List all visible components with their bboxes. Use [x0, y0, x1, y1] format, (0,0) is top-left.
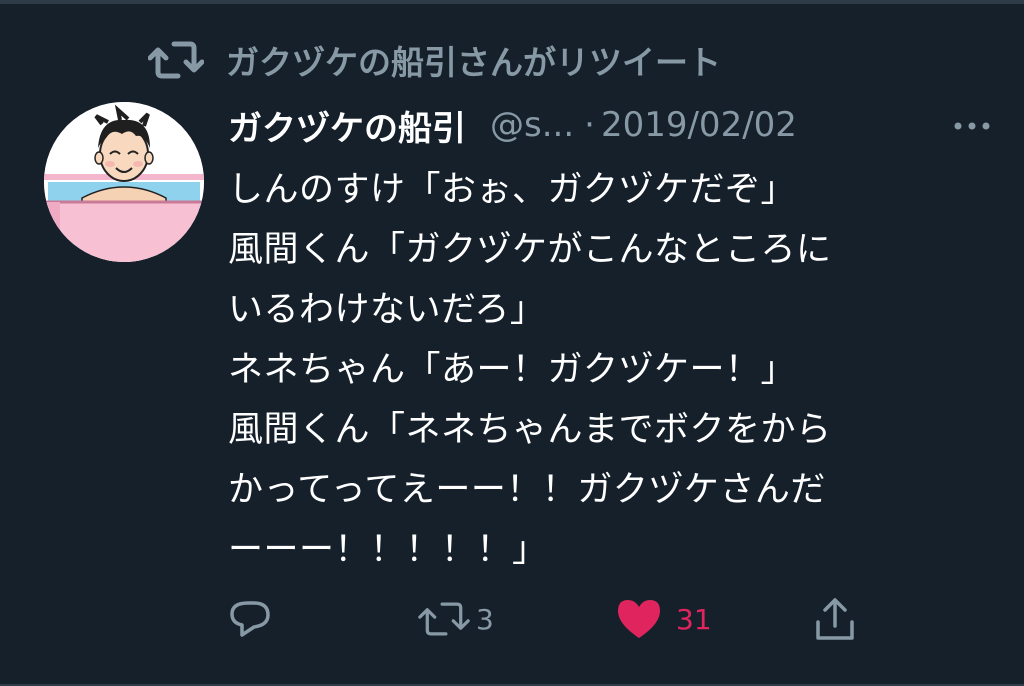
retweet-context: ガクヅケの船引さんがリツイート: [148, 38, 721, 82]
share-button[interactable]: [812, 594, 858, 644]
tweet-text-line: ーーー！！！！！」: [228, 530, 548, 570]
reply-icon: [230, 601, 270, 637]
tweet-text-line: いるわけないだろ」: [228, 290, 546, 330]
tweet-date[interactable]: 2019/02/02: [601, 105, 797, 145]
retweet-context-label[interactable]: ガクヅケの船引さんがリツイート: [226, 36, 721, 84]
more-options-icon[interactable]: [952, 108, 992, 144]
tweet-card[interactable]: ガクヅケの船引さんがリツイート ガクヅケの船引 @s... · 2019/02/…: [0, 0, 1024, 686]
action-bar: 3 31: [0, 594, 1024, 644]
like-count: 31: [676, 602, 712, 636]
avatar-bath-illustration: [44, 102, 204, 262]
avatar[interactable]: [44, 102, 204, 262]
top-divider: [0, 0, 1024, 4]
tweet-text-line: 風間くん「ネネちゃんまでボクをから: [228, 410, 832, 450]
retweet-icon: [418, 602, 470, 636]
retweet-button[interactable]: 3: [418, 594, 494, 644]
retweet-icon: [148, 38, 204, 82]
author-display-name[interactable]: ガクヅケの船引: [228, 101, 466, 150]
like-button[interactable]: 31: [616, 594, 712, 644]
author-handle[interactable]: @s...: [490, 105, 574, 145]
header-separator: ·: [584, 105, 595, 145]
tweet-text: しんのすけ「おぉ、ガクヅケだぞ」 風間くん「ガクヅケがこんなところに いるわけな…: [228, 160, 988, 580]
heart-icon: [618, 600, 660, 638]
retweet-count: 3: [476, 602, 494, 636]
tweet-text-line: ネネちゃん「あー！ガクヅケー！」: [228, 350, 797, 390]
tweet-text-line: かってってえーー！！ガクヅケさんだ: [228, 470, 826, 510]
share-icon: [816, 598, 854, 640]
tweet-text-line: しんのすけ「おぉ、ガクヅケだぞ」: [228, 170, 797, 210]
tweet-text-line: 風間くん「ガクヅケがこんなところに: [228, 230, 832, 270]
reply-button[interactable]: [228, 594, 278, 644]
tweet-header: ガクヅケの船引 @s... · 2019/02/02: [228, 100, 1018, 150]
